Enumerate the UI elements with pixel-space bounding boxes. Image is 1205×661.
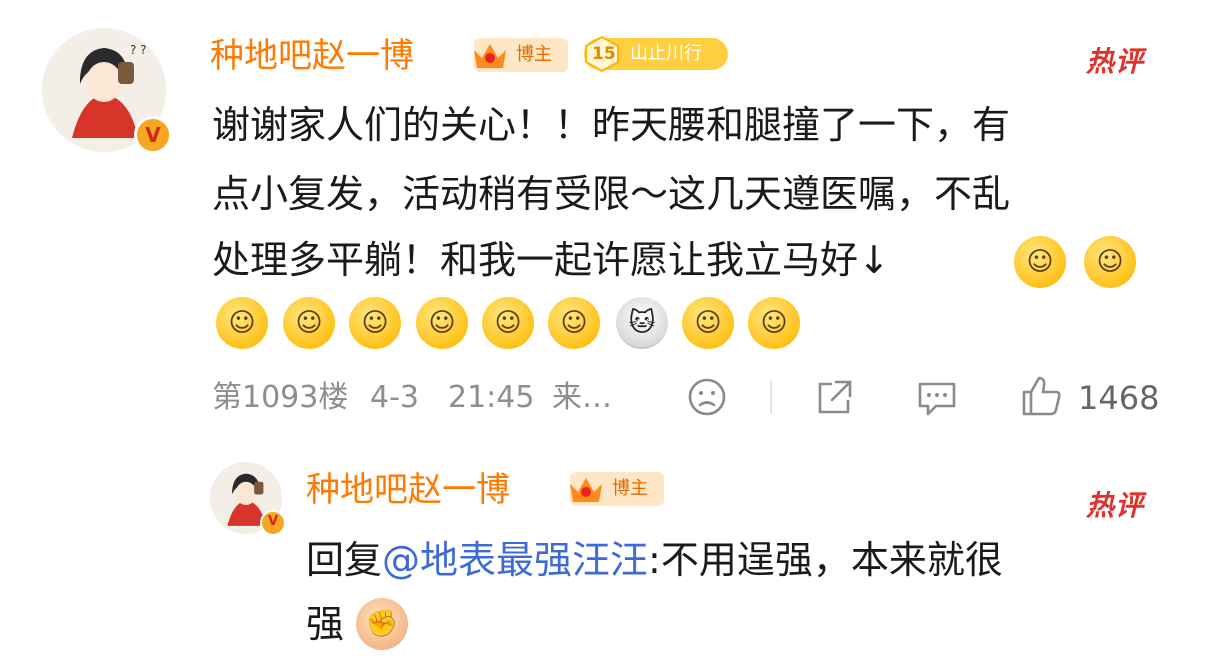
dislike-face-icon[interactable] [686, 376, 728, 418]
reply-verified-badge-icon: V [260, 510, 286, 536]
comment-text-line-1: 谢谢家人们的关心！！昨天腰和腿撞了一下，有 [212, 103, 1011, 147]
reply-username[interactable]: 种地吧赵一博 [306, 470, 510, 510]
heart-eyes-emoji: ☺ [416, 297, 468, 349]
verified-badge-icon: V [134, 116, 172, 154]
laughing-face-emoji: ☺ [349, 297, 401, 349]
comment-icon[interactable] [914, 376, 960, 418]
reply-avatar[interactable]: V [210, 462, 286, 536]
reply-text-rest: :不用逞强，本来就很 [648, 538, 1003, 582]
pleading-face-emoji: ☺ [1084, 236, 1136, 288]
reply-blogger-badge-label: 博主 [612, 478, 648, 499]
comment-floor: 第1093楼 [212, 380, 349, 415]
comment-username[interactable]: 种地吧赵一博 [210, 36, 414, 76]
comment-text-line-2: 点小复发，活动稍有受限～这几天遵医嘱，不乱 [212, 172, 1011, 216]
reply-text-line-1: 回复@地表最强汪汪:不用逞强，本来就很 [306, 530, 1003, 590]
like-thumb-icon[interactable] [1018, 374, 1064, 418]
reply-hot-comment-tag: 热评 [1086, 489, 1145, 522]
nerd-face-emoji: ☺ [1014, 236, 1066, 288]
fan-level-number: 15 [592, 44, 616, 64]
smirk-face-emoji: ☺ [748, 297, 800, 349]
reply-prefix: 回复 [306, 538, 383, 582]
content-smile-emoji: ☺ [682, 297, 734, 349]
crown-icon [474, 44, 506, 68]
comment-source: 来… [552, 380, 612, 415]
reply-crown-icon [570, 478, 602, 502]
reply-text-line-2: 强 [306, 602, 345, 646]
fist-emoji: ✊ [356, 598, 408, 650]
fan-badge-label: 山止川行 [630, 43, 702, 64]
comment-time: 21:45 [448, 380, 535, 415]
like-count: 1468 [1078, 379, 1160, 417]
blogger-badge[interactable]: 博主 [474, 38, 568, 72]
avatar[interactable]: ? ? V [42, 28, 172, 154]
grinning-teeth-emoji: ☺ [283, 297, 335, 349]
share-icon[interactable] [812, 376, 856, 418]
blushing-hearts-emoji: ☺ [548, 297, 600, 349]
blogger-badge-label: 博主 [516, 44, 552, 65]
cat-emoji: 🐱 [616, 297, 668, 349]
fan-level-badge[interactable]: 15 山止川行 [584, 35, 728, 73]
praying-face-emoji: ☺ [216, 297, 268, 349]
comment-date: 4-3 [370, 380, 419, 415]
hot-comment-tag: 热评 [1086, 45, 1145, 78]
comment-text-line-3: 处理多平躺！和我一起许愿让我立马好↓ [212, 238, 890, 282]
mention-link[interactable]: @地表最强汪汪 [382, 538, 648, 582]
action-divider [770, 380, 772, 414]
svg-text:? ?: ? ? [130, 43, 147, 57]
hugging-heart-emoji: ☺ [482, 297, 534, 349]
reply-blogger-badge[interactable]: 博主 [570, 472, 664, 506]
